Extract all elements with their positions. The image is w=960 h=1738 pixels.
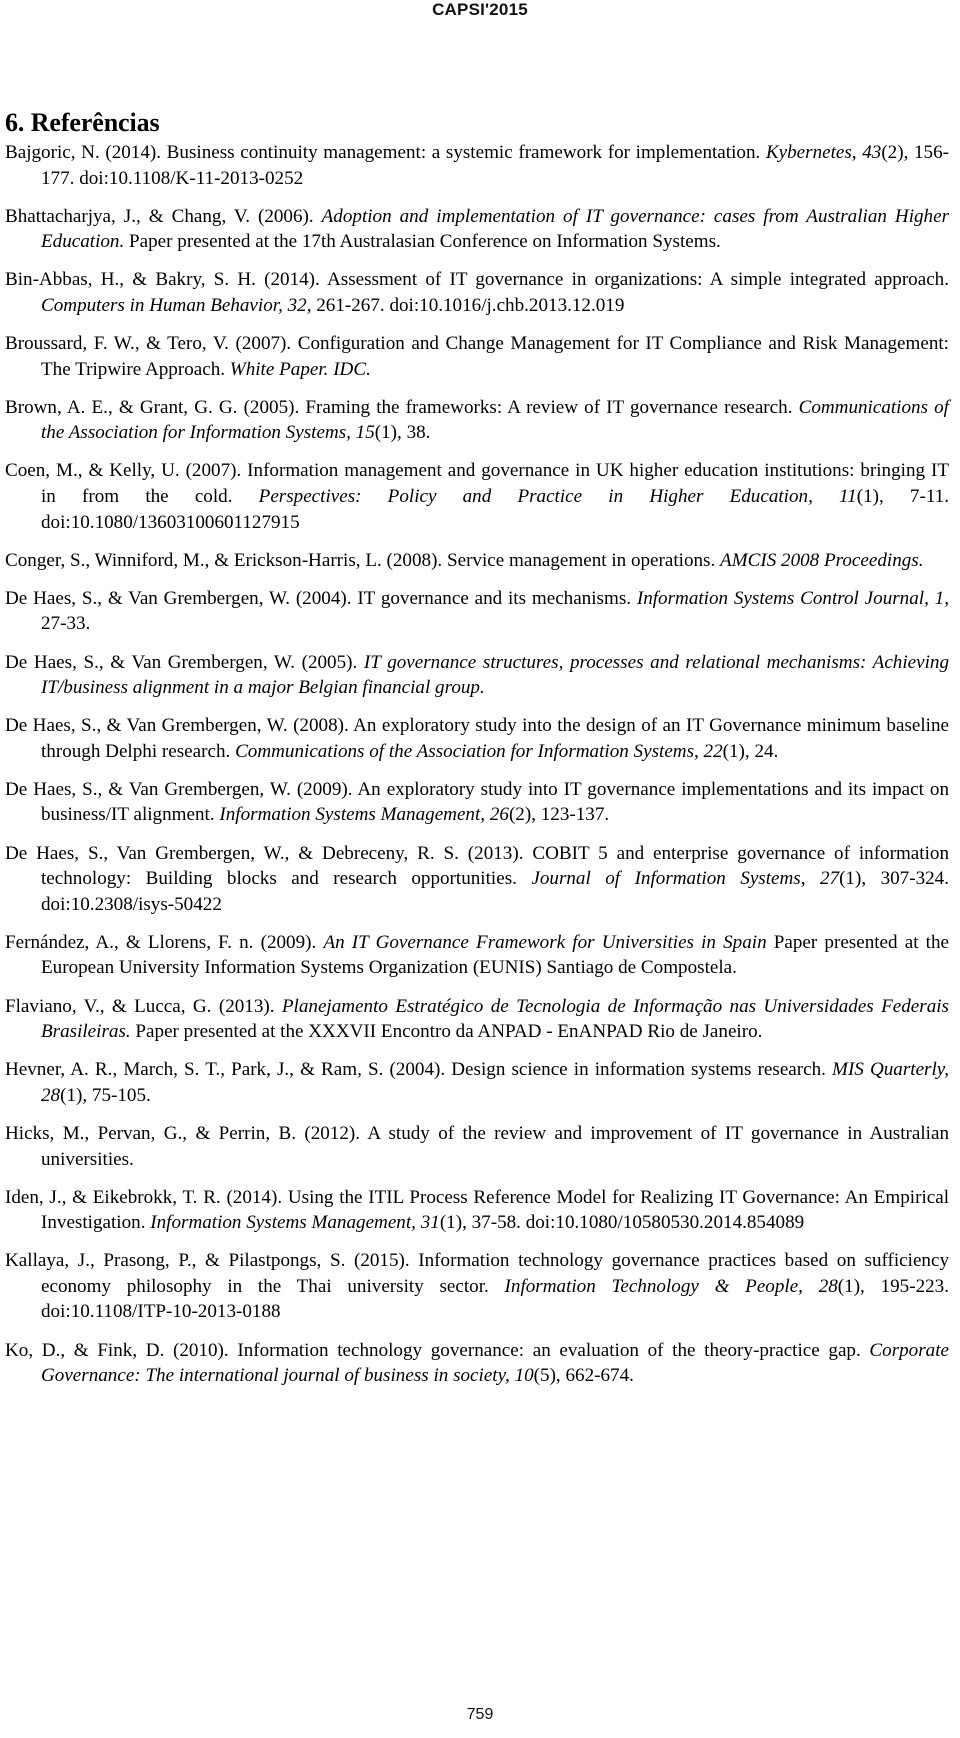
reference-entry: De Haes, S., & Van Grembergen, W. (2005)… xyxy=(5,651,949,699)
reference-entry: Bhattacharjya, J., & Chang, V. (2006). A… xyxy=(5,205,949,253)
reference-entry: Hevner, A. R., March, S. T., Park, J., &… xyxy=(5,1059,949,1106)
reference-entry: De Haes, S., & Van Grembergen, W. (2004)… xyxy=(5,587,949,635)
reference-entry: De Haes, S., & Van Grembergen, W. (2008)… xyxy=(5,715,949,762)
page-title: 6. Referências xyxy=(5,107,160,137)
page-number: 759 xyxy=(466,1706,494,1723)
reference-entry: Flaviano, V., & Lucca, G. (2013). Planej… xyxy=(5,995,949,1043)
reference-entry: Coen, M., & Kelly, U. (2007). Informatio… xyxy=(5,460,949,533)
document-page: CAPSI'2015 6. Referências Bajgoric, N. (… xyxy=(0,0,960,1738)
reference-entry: Brown, A. E., & Grant, G. G. (2005). Fra… xyxy=(5,396,949,444)
reference-entry: Hicks, M., Pervan, G., & Perrin, B. (201… xyxy=(5,1122,949,1170)
reference-entry: Ko, D., & Fink, D. (2010). Information t… xyxy=(5,1339,949,1387)
reference-entry: De Haes, S., & Van Grembergen, W. (2009)… xyxy=(5,778,949,826)
reference-entry: Conger, S., Winniford, M., & Erickson-Ha… xyxy=(5,549,924,571)
reference-entry: De Haes, S., Van Grembergen, W., & Debre… xyxy=(5,842,949,915)
reference-entry: Kallaya, J., Prasong, P., & Pilastpongs,… xyxy=(5,1250,949,1323)
reference-list: Bajgoric, N. (2014). Business continuity… xyxy=(5,140,949,1401)
reference-entry: Broussard, F. W., & Tero, V. (2007). Con… xyxy=(5,333,949,380)
reference-entry: Bajgoric, N. (2014). Business continuity… xyxy=(5,142,949,189)
reference-entry: Iden, J., & Eikebrokk, T. R. (2014). Usi… xyxy=(5,1186,949,1234)
reference-entry: Bin-Abbas, H., & Bakry, S. H. (2014). As… xyxy=(5,269,949,316)
running-header: CAPSI'2015 xyxy=(432,0,528,19)
reference-entry: Fernández, A., & Llorens, F. n. (2009). … xyxy=(5,931,949,979)
